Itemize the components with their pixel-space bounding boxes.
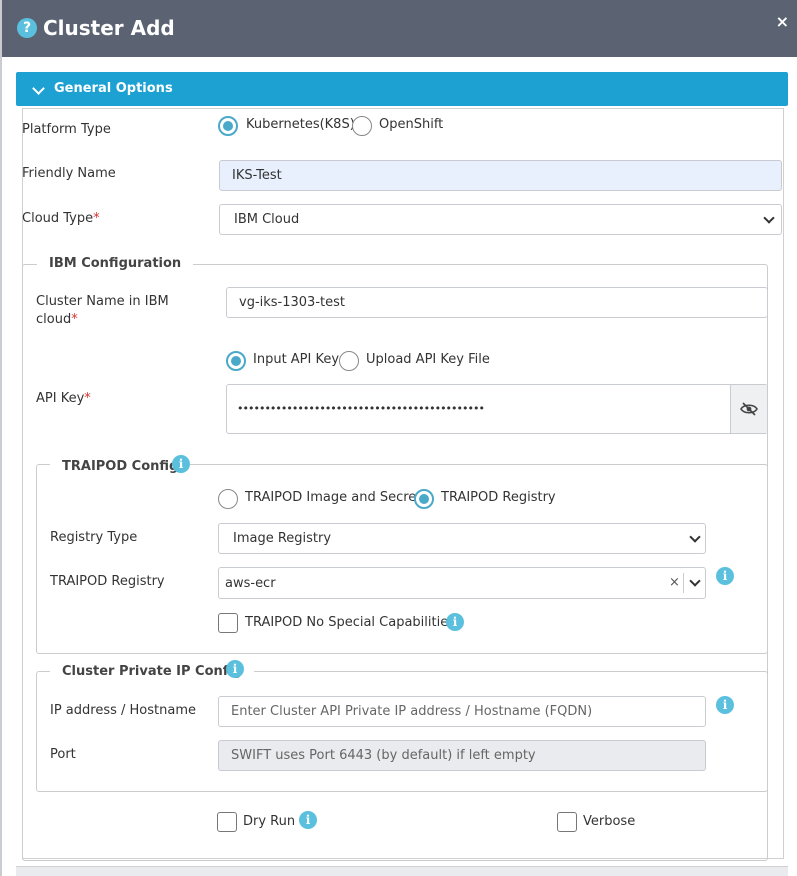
cluster-private-ip-fieldset <box>36 671 768 792</box>
next-section-bar <box>16 866 788 876</box>
radio-input-api-key[interactable] <box>226 351 246 371</box>
traipod-no-special-info-icon[interactable]: i <box>446 613 464 631</box>
port-input[interactable] <box>218 740 706 771</box>
radio-traipod-registry[interactable] <box>414 489 434 509</box>
registry-type-value: Image Registry <box>233 531 332 546</box>
radio-traipod-registry-label: TRAIPOD Registry <box>441 490 556 505</box>
cluster-private-ip-legend: Cluster Private IP Config <box>50 663 254 681</box>
dry-run-checkbox[interactable] <box>217 812 237 832</box>
verbose-checkbox[interactable] <box>557 812 577 832</box>
ibm-configuration-legend: IBM Configuration <box>37 255 194 273</box>
chevron-down-icon <box>689 575 701 587</box>
dry-run-label: Dry Run <box>243 814 296 829</box>
ip-address-info-icon[interactable]: i <box>716 696 734 714</box>
traipod-no-special-label: TRAIPOD No Special Capabilities <box>245 615 455 630</box>
chevron-down-icon <box>32 82 45 95</box>
help-icon[interactable]: ? <box>17 18 37 38</box>
clear-icon[interactable]: × <box>669 576 680 590</box>
general-options-toggle[interactable]: General Options <box>16 72 788 106</box>
radio-openshift[interactable] <box>352 116 372 136</box>
dialog-header: ? Cluster Add × <box>2 0 797 57</box>
cluster-private-ip-info-icon[interactable]: i <box>226 660 244 678</box>
toggle-visibility-button[interactable] <box>730 385 767 433</box>
traipod-config-info-icon[interactable]: i <box>172 455 190 473</box>
api-key-value: ••••••••••••••••••••••••••••••••••••••••… <box>237 402 485 415</box>
traipod-registry-label: TRAIPOD Registry <box>50 574 165 589</box>
registry-type-select[interactable]: Image Registry <box>218 523 706 554</box>
api-key-input[interactable]: ••••••••••••••••••••••••••••••••••••••••… <box>226 384 768 434</box>
eye-slash-icon <box>740 402 758 416</box>
registry-type-label: Registry Type <box>50 530 138 545</box>
platform-type-label: Platform Type <box>22 122 111 137</box>
verbose-label: Verbose <box>583 814 636 829</box>
dialog-title: Cluster Add <box>43 16 175 40</box>
cloud-type-label: Cloud Type* <box>22 210 100 228</box>
close-icon[interactable]: × <box>776 12 789 32</box>
traipod-registry-select[interactable]: aws-ecr × <box>218 567 706 599</box>
cloud-type-select[interactable]: IBM Cloud <box>219 204 782 235</box>
radio-traipod-image-and-secret[interactable] <box>218 489 238 509</box>
cluster-name-label-line2: cloud <box>36 312 72 327</box>
traipod-config-legend: TRAIPOD Config <box>50 458 191 476</box>
radio-traipod-image-and-secret-label: TRAIPOD Image and Secret <box>245 490 422 505</box>
required-mark: * <box>71 312 78 327</box>
section-label: General Options <box>54 81 173 96</box>
radio-upload-api-key-file[interactable] <box>339 351 359 371</box>
traipod-registry-info-icon[interactable]: i <box>716 567 734 585</box>
required-mark: * <box>84 391 91 406</box>
radio-openshift-label: OpenShift <box>379 117 444 132</box>
friendly-name-label: Friendly Name <box>22 166 116 181</box>
cluster-name-input[interactable] <box>226 287 768 318</box>
ip-address-input[interactable] <box>218 696 706 727</box>
api-key-label: API Key* <box>36 390 91 408</box>
ip-address-label: IP address / Hostname <box>50 703 196 718</box>
traipod-no-special-checkbox[interactable] <box>218 613 238 633</box>
port-label: Port <box>50 747 76 762</box>
traipod-registry-value: aws-ecr <box>225 576 276 591</box>
radio-kubernetes-label: Kubernetes(K8S) <box>246 117 355 132</box>
cluster-name-label-line1: Cluster Name in IBM <box>36 294 169 309</box>
chevron-down-icon <box>689 531 701 543</box>
api-key-label-text: API Key <box>36 391 85 406</box>
friendly-name-input[interactable] <box>219 160 782 191</box>
radio-input-api-key-label: Input API Key <box>253 352 340 367</box>
cluster-add-dialog: ? Cluster Add × General Options Platform… <box>2 0 797 876</box>
cloud-type-label-text: Cloud Type <box>22 211 94 226</box>
radio-upload-api-key-file-label: Upload API Key File <box>366 352 490 367</box>
cluster-name-label: Cluster Name in IBM cloud* <box>36 293 169 329</box>
select-separator <box>683 573 684 593</box>
required-mark: * <box>93 211 100 226</box>
cloud-type-value: IBM Cloud <box>234 212 300 227</box>
dry-run-info-icon[interactable]: i <box>299 811 317 829</box>
chevron-down-icon <box>763 212 775 224</box>
radio-kubernetes[interactable] <box>218 116 238 136</box>
